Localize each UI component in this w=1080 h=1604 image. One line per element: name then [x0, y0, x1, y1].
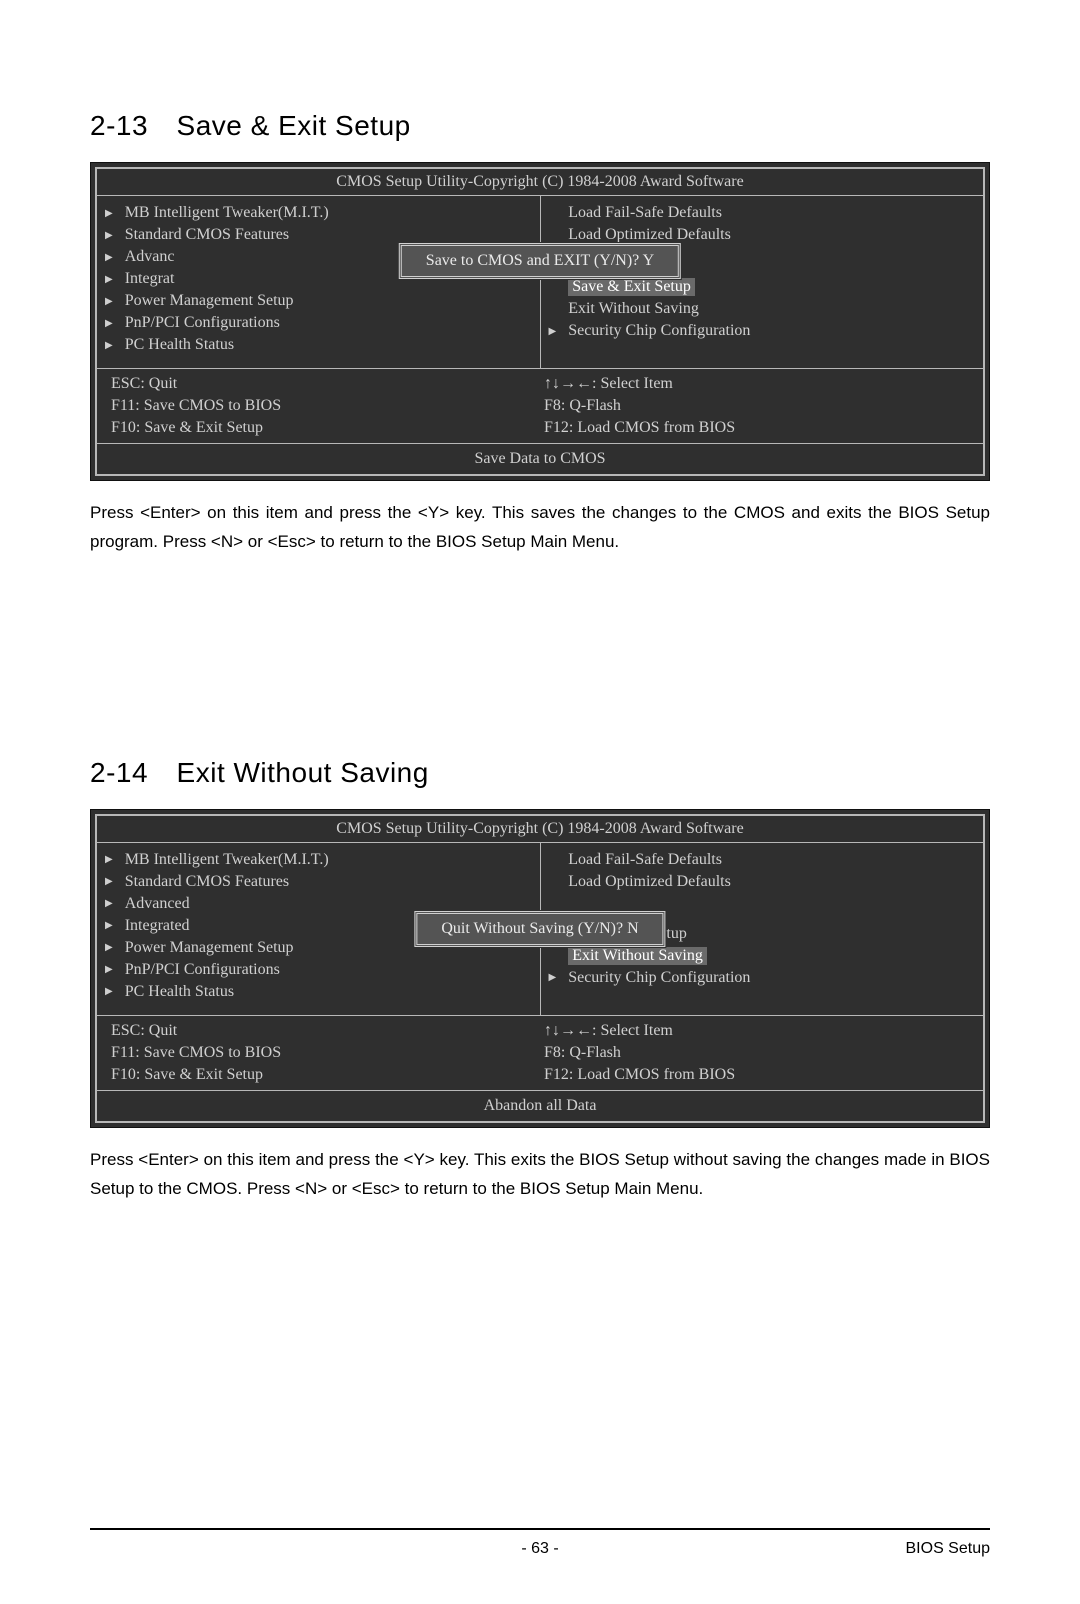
menu-item[interactable]: Advanc	[125, 248, 175, 266]
confirm-dialog[interactable]: Save to CMOS and EXIT (Y/N)? Y	[399, 243, 681, 279]
bios-status: Save Data to CMOS	[97, 444, 983, 474]
arrow-right-icon: ▶	[105, 942, 113, 953]
menu-item[interactable]: Power Management Setup	[125, 292, 294, 310]
menu-item[interactable]: Exit Without Saving	[568, 300, 699, 318]
arrow-right-icon: ▶	[105, 296, 113, 307]
page-number: - 63 -	[521, 1540, 558, 1558]
menu-item[interactable]: Standard CMOS Features	[125, 226, 289, 244]
help-key: F8: Q-Flash	[540, 395, 973, 417]
arrow-right-icon: ▶	[105, 340, 113, 351]
paragraph-exit-without-saving: Press <Enter> on this item and press the…	[90, 1146, 990, 1204]
heading-exit-without-saving: 2-14 Exit Without Saving	[90, 757, 990, 789]
bios-title: CMOS Setup Utility-Copyright (C) 1984-20…	[97, 169, 983, 195]
menu-item[interactable]: Load Optimized Defaults	[568, 226, 731, 244]
arrow-right-icon: ▶	[105, 252, 113, 263]
help-key: F12: Load CMOS from BIOS	[540, 1064, 973, 1086]
menu-item-selected[interactable]: Exit Without Saving	[568, 947, 707, 965]
arrow-right-icon: ▶	[105, 208, 113, 219]
confirm-dialog[interactable]: Quit Without Saving (Y/N)? N	[414, 911, 665, 947]
help-key: F11: Save CMOS to BIOS	[107, 1042, 540, 1064]
menu-item[interactable]: PnP/PCI Configurations	[125, 314, 280, 332]
bios-screenshot-exit-without-saving: CMOS Setup Utility-Copyright (C) 1984-20…	[90, 809, 990, 1128]
arrow-right-icon: ▶	[105, 854, 113, 865]
menu-item[interactable]: MB Intelligent Tweaker(M.I.T.)	[125, 851, 329, 869]
menu-item[interactable]: Load Fail-Safe Defaults	[568, 851, 722, 869]
bios-title: CMOS Setup Utility-Copyright (C) 1984-20…	[97, 816, 983, 842]
arrow-right-icon: ▶	[105, 318, 113, 329]
arrow-right-icon: ▶	[105, 274, 113, 285]
menu-item[interactable]: Security Chip Configuration	[568, 969, 750, 987]
menu-item[interactable]: Integrat	[125, 270, 175, 288]
paragraph-save-exit: Press <Enter> on this item and press the…	[90, 499, 990, 557]
arrow-right-icon: ▶	[105, 230, 113, 241]
menu-item[interactable]: Integrated	[125, 917, 190, 935]
bios-screenshot-save-exit: CMOS Setup Utility-Copyright (C) 1984-20…	[90, 162, 990, 481]
menu-item[interactable]: PC Health Status	[125, 983, 234, 1001]
help-key: F10: Save & Exit Setup	[107, 417, 540, 439]
menu-item[interactable]: PC Health Status	[125, 336, 234, 354]
help-key: ESC: Quit	[107, 1020, 540, 1042]
menu-item[interactable]: Security Chip Configuration	[568, 322, 750, 340]
menu-item[interactable]: Load Optimized Defaults	[568, 873, 731, 891]
arrow-right-icon: ▶	[105, 876, 113, 887]
arrow-right-icon: ▶	[105, 964, 113, 975]
menu-item[interactable]: Standard CMOS Features	[125, 873, 289, 891]
chapter-label: BIOS Setup	[559, 1540, 990, 1558]
bios-status: Abandon all Data	[97, 1091, 983, 1121]
bios-left-column: ▶ MB Intelligent Tweaker(M.I.T.) ▶ Standar…	[97, 196, 541, 368]
help-key: ↑↓→←: Select Item	[540, 373, 973, 395]
help-key: ↑↓→←: Select Item	[540, 1020, 973, 1042]
arrow-right-icon: ▶	[105, 898, 113, 909]
arrow-right-icon: ▶	[105, 920, 113, 931]
menu-item[interactable]: MB Intelligent Tweaker(M.I.T.)	[125, 204, 329, 222]
help-key: F12: Load CMOS from BIOS	[540, 417, 973, 439]
heading-save-exit: 2-13 Save & Exit Setup	[90, 110, 990, 142]
menu-item-selected[interactable]: Save & Exit Setup	[568, 278, 695, 296]
help-key: F8: Q-Flash	[540, 1042, 973, 1064]
help-key: F10: Save & Exit Setup	[107, 1064, 540, 1086]
menu-item[interactable]: Power Management Setup	[125, 939, 294, 957]
menu-item[interactable]: Load Fail-Safe Defaults	[568, 204, 722, 222]
menu-item[interactable]: PnP/PCI Configurations	[125, 961, 280, 979]
arrow-right-icon: ▶	[105, 986, 113, 997]
bios-right-column: ▶Load Fail-Safe Defaults ▶Load Optimized…	[541, 196, 984, 368]
help-key: ESC: Quit	[107, 373, 540, 395]
bios-help-bar: ESC: Quit ↑↓→←: Select Item F11: Save CM…	[97, 1016, 983, 1091]
menu-item[interactable]: Advanced	[125, 895, 190, 913]
help-key: F11: Save CMOS to BIOS	[107, 395, 540, 417]
arrow-right-icon: ▶	[549, 972, 557, 983]
bios-help-bar: ESC: Quit ↑↓→←: Select Item F11: Save CM…	[97, 369, 983, 444]
arrow-right-icon: ▶	[549, 326, 557, 337]
page-footer: - 63 - BIOS Setup	[90, 1528, 990, 1558]
